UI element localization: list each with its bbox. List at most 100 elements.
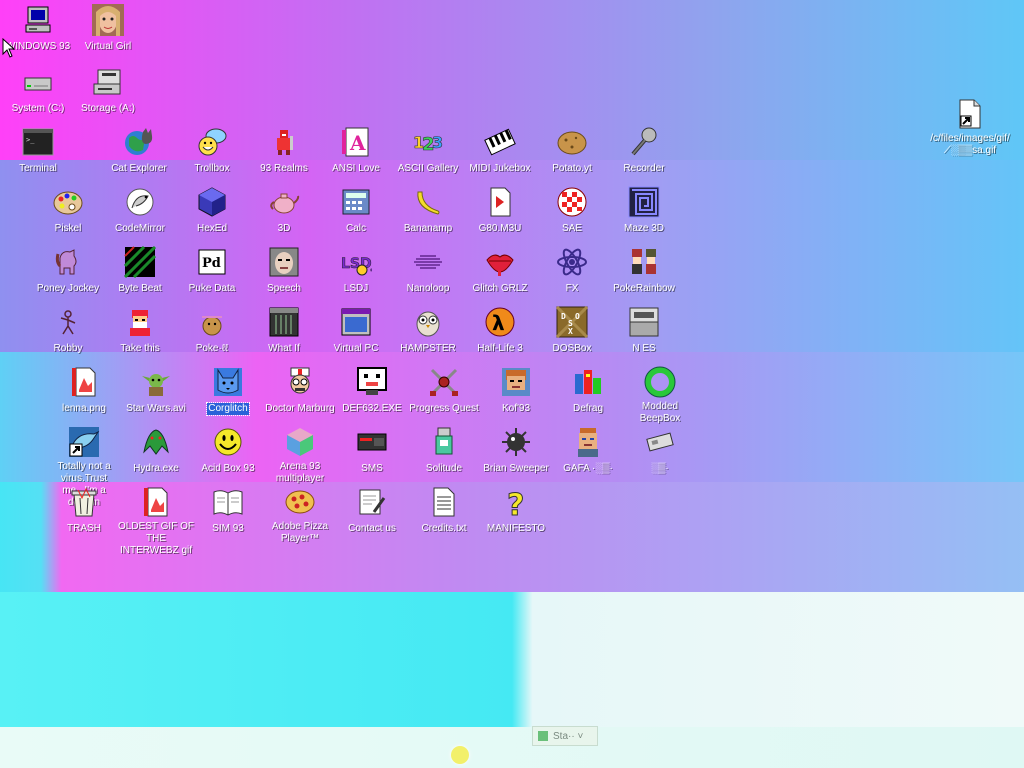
desktop-icon-hampster[interactable]: HAMPSTER <box>388 306 468 356</box>
desktop-icon-storage-a[interactable]: Storage (A:) <box>68 66 148 116</box>
start-button[interactable]: Sta·· ˅ <box>532 726 598 746</box>
desktop-icon-lenna-png[interactable]: lenna.png <box>44 366 124 416</box>
icon-label: Trollbox <box>194 163 230 174</box>
desktop-icon-virtual-girl[interactable]: Virtual Girl <box>68 4 148 54</box>
desktop-icon-glitched[interactable]: ░▒· <box>620 426 700 476</box>
desktop-icon-def632-exe[interactable]: DEF632.EXE <box>332 366 412 416</box>
desktop-icon-nanoloop[interactable]: Nanoloop <box>388 246 468 296</box>
desktop-icon-pokerainbow[interactable]: PokeRainbow <box>604 246 684 296</box>
desktop-icon-sms[interactable]: SMS <box>332 426 412 476</box>
desktop-icon-piskel[interactable]: Piskel <box>28 186 108 236</box>
desktop-icon-hydra-exe[interactable]: Hydra.exe <box>116 426 196 476</box>
desktop-icon-gif-shortcut[interactable]: /c/files/images/gif/⟋░▒▒sa.gif <box>918 98 1022 158</box>
desktop-icon-manifesto[interactable]: ? MANIFESTO <box>476 486 556 536</box>
desktop-icon-codemirror[interactable]: CodeMirror <box>100 186 180 236</box>
start-icon <box>538 731 548 741</box>
desktop-icon-trash[interactable]: TRASH <box>44 486 124 536</box>
desktop-icon-doctor-marburg[interactable]: Doctor Marburg <box>260 366 340 416</box>
desktop-icon-defrag[interactable]: Defrag <box>548 366 628 416</box>
desktop-icon-poney-jockey[interactable]: Poney Jockey <box>28 246 108 296</box>
desktop-icon-take-this[interactable]: Take this <box>100 306 180 356</box>
desktop-icon-93-realms[interactable]: 93 Realms <box>244 126 324 176</box>
desktop-icon-poke-glitch[interactable]: Poke·ℓℓ <box>172 306 252 356</box>
desktop-icon-bananamp[interactable]: Bananamp <box>388 186 468 236</box>
desktop-icon-cat-explorer[interactable]: Cat Explorer <box>99 126 179 176</box>
icon-label: Defrag <box>572 403 603 414</box>
desktop-icon-calc[interactable]: Calc <box>316 186 396 236</box>
icon-label: Potato.yt <box>552 163 592 174</box>
icon-label: Virtual PC <box>333 343 379 354</box>
desktop-icon-byte-beat[interactable]: Byte Beat <box>100 246 180 296</box>
start-orb-icon[interactable] <box>451 746 469 764</box>
desktop-icon-g80-m3u[interactable]: G80.M3U <box>460 186 540 236</box>
icon-label: HexEd <box>196 223 227 234</box>
desktop-icon-solitude[interactable]: Solitude <box>404 426 484 476</box>
icon-label: Acid Box 93 <box>201 463 255 474</box>
icon-label: Recorder <box>623 163 665 174</box>
desktop-icon-system-c[interactable]: System (C:) <box>0 66 78 116</box>
desktop-icon-virtual-pc[interactable]: Virtual PC <box>316 306 396 356</box>
icon-label: Byte Beat <box>118 283 162 294</box>
desktop-icon-speech[interactable]: Speech <box>244 246 324 296</box>
desktop-icon-sae[interactable]: SAE <box>532 186 612 236</box>
pizza-icon <box>285 490 315 514</box>
cube-icon <box>287 428 313 456</box>
desktop-icon-oldest-gif[interactable]: OLDEST GIF OF THE INTERWEBZ gif <box>116 486 196 558</box>
desktop-icon-robby[interactable]: Robby <box>28 306 108 356</box>
potato-icon <box>557 131 587 155</box>
desktop-icon-what-if[interactable]: What If <box>244 306 324 356</box>
desktop-icon-arena-93[interactable]: Arena 93 multiplayer <box>260 426 340 486</box>
desktop-icon-midi-jukebox[interactable]: MIDI Jukebox <box>460 126 540 176</box>
desktop-icon-maze-3d[interactable]: Maze 3D <box>604 186 684 236</box>
desktop-icon-brian-sweeper[interactable]: Brian Sweeper <box>476 426 556 476</box>
corgi-icon <box>214 368 242 396</box>
desktop-icon-recorder[interactable]: Recorder <box>604 126 684 176</box>
desktop-icon-fx[interactable]: FX <box>532 246 612 296</box>
desktop-icon-corglitch[interactable]: Corglitch <box>188 366 268 416</box>
pony-icon <box>55 249 77 275</box>
desktop-icon-potato-yt[interactable]: Potato.yt <box>532 126 612 176</box>
desktop-icon-credits-txt[interactable]: Credits.txt <box>404 486 484 536</box>
desktop-icon-progress-quest[interactable]: Progress Quest <box>404 366 484 416</box>
computer-icon <box>25 6 51 33</box>
icon-label: TRASH <box>67 523 101 534</box>
icon-label: lenna.png <box>62 403 106 414</box>
desktop-icon-adobe-pizza-player[interactable]: Adobe Pizza Player™ <box>260 486 340 546</box>
desktop-icon-trollbox[interactable]: Trollbox <box>172 126 252 176</box>
desktop-icon-puke-data[interactable]: Pd Puke Data <box>172 246 252 296</box>
smiley-icon <box>214 428 242 456</box>
icon-label: Brian Sweeper <box>483 463 549 474</box>
desktop-icon-half-life-3[interactable]: λ Half-Life 3 <box>460 306 540 356</box>
desktop-icon-modded-beepbox[interactable]: Modded BeepBox <box>620 366 700 426</box>
desktop-icon-ansi-love[interactable]: A ANSI Love <box>316 126 396 176</box>
desktop-icon-3d[interactable]: 3D <box>244 186 324 236</box>
icon-label: CodeMirror <box>114 223 165 234</box>
monitor-face-icon <box>357 367 387 395</box>
icon-label: System (C:) <box>11 103 65 114</box>
desktop-icon-kof93[interactable]: Kof'93 <box>476 366 556 416</box>
desktop-icon-acid-box-93[interactable]: Acid Box 93 <box>188 426 268 476</box>
desktop-icon-terminal[interactable]: >_ Terminal <box>0 126 78 176</box>
doctor-icon <box>290 367 310 394</box>
text-file-icon <box>433 487 455 517</box>
svg-text:λ: λ <box>492 311 505 335</box>
desktop-icon-star-wars-avi[interactable]: Star Wars.avi <box>116 366 196 416</box>
floppy-drive-icon <box>93 69 121 95</box>
desktop-icon-gafa[interactable]: GAFA ·░▒· <box>548 426 628 476</box>
desktop-icon-glitch-grlz[interactable]: Glitch GRLZ <box>460 246 540 296</box>
icon-label: SAE <box>561 223 582 234</box>
desktop-icon-contact-us[interactable]: Contact us <box>332 486 412 536</box>
icon-label: OLDEST GIF OF THE INTERWEBZ gif <box>118 521 194 556</box>
icon-label: Kof'93 <box>501 403 531 414</box>
icon-label: Piskel <box>54 223 82 234</box>
book-icon <box>213 490 243 516</box>
desktop-icon-dosbox[interactable]: DOSX DOSBox <box>532 306 612 356</box>
desktop-icon-sim-93[interactable]: SIM 93 <box>188 486 268 536</box>
desktop-icon-nes[interactable]: N ES <box>604 306 684 356</box>
desktop-icon-lsdj[interactable]: LSDJ LSDJ <box>316 246 396 296</box>
question-mark-icon: ? <box>507 488 525 519</box>
desktop-icon-ascii-gallery[interactable]: 123 ASCII Gallery <box>388 126 468 176</box>
icon-label: Adobe Pizza Player™ <box>271 521 329 544</box>
desktop-icon-hexed[interactable]: HexEd <box>172 186 252 236</box>
icon-label: 93 Realms <box>260 163 308 174</box>
